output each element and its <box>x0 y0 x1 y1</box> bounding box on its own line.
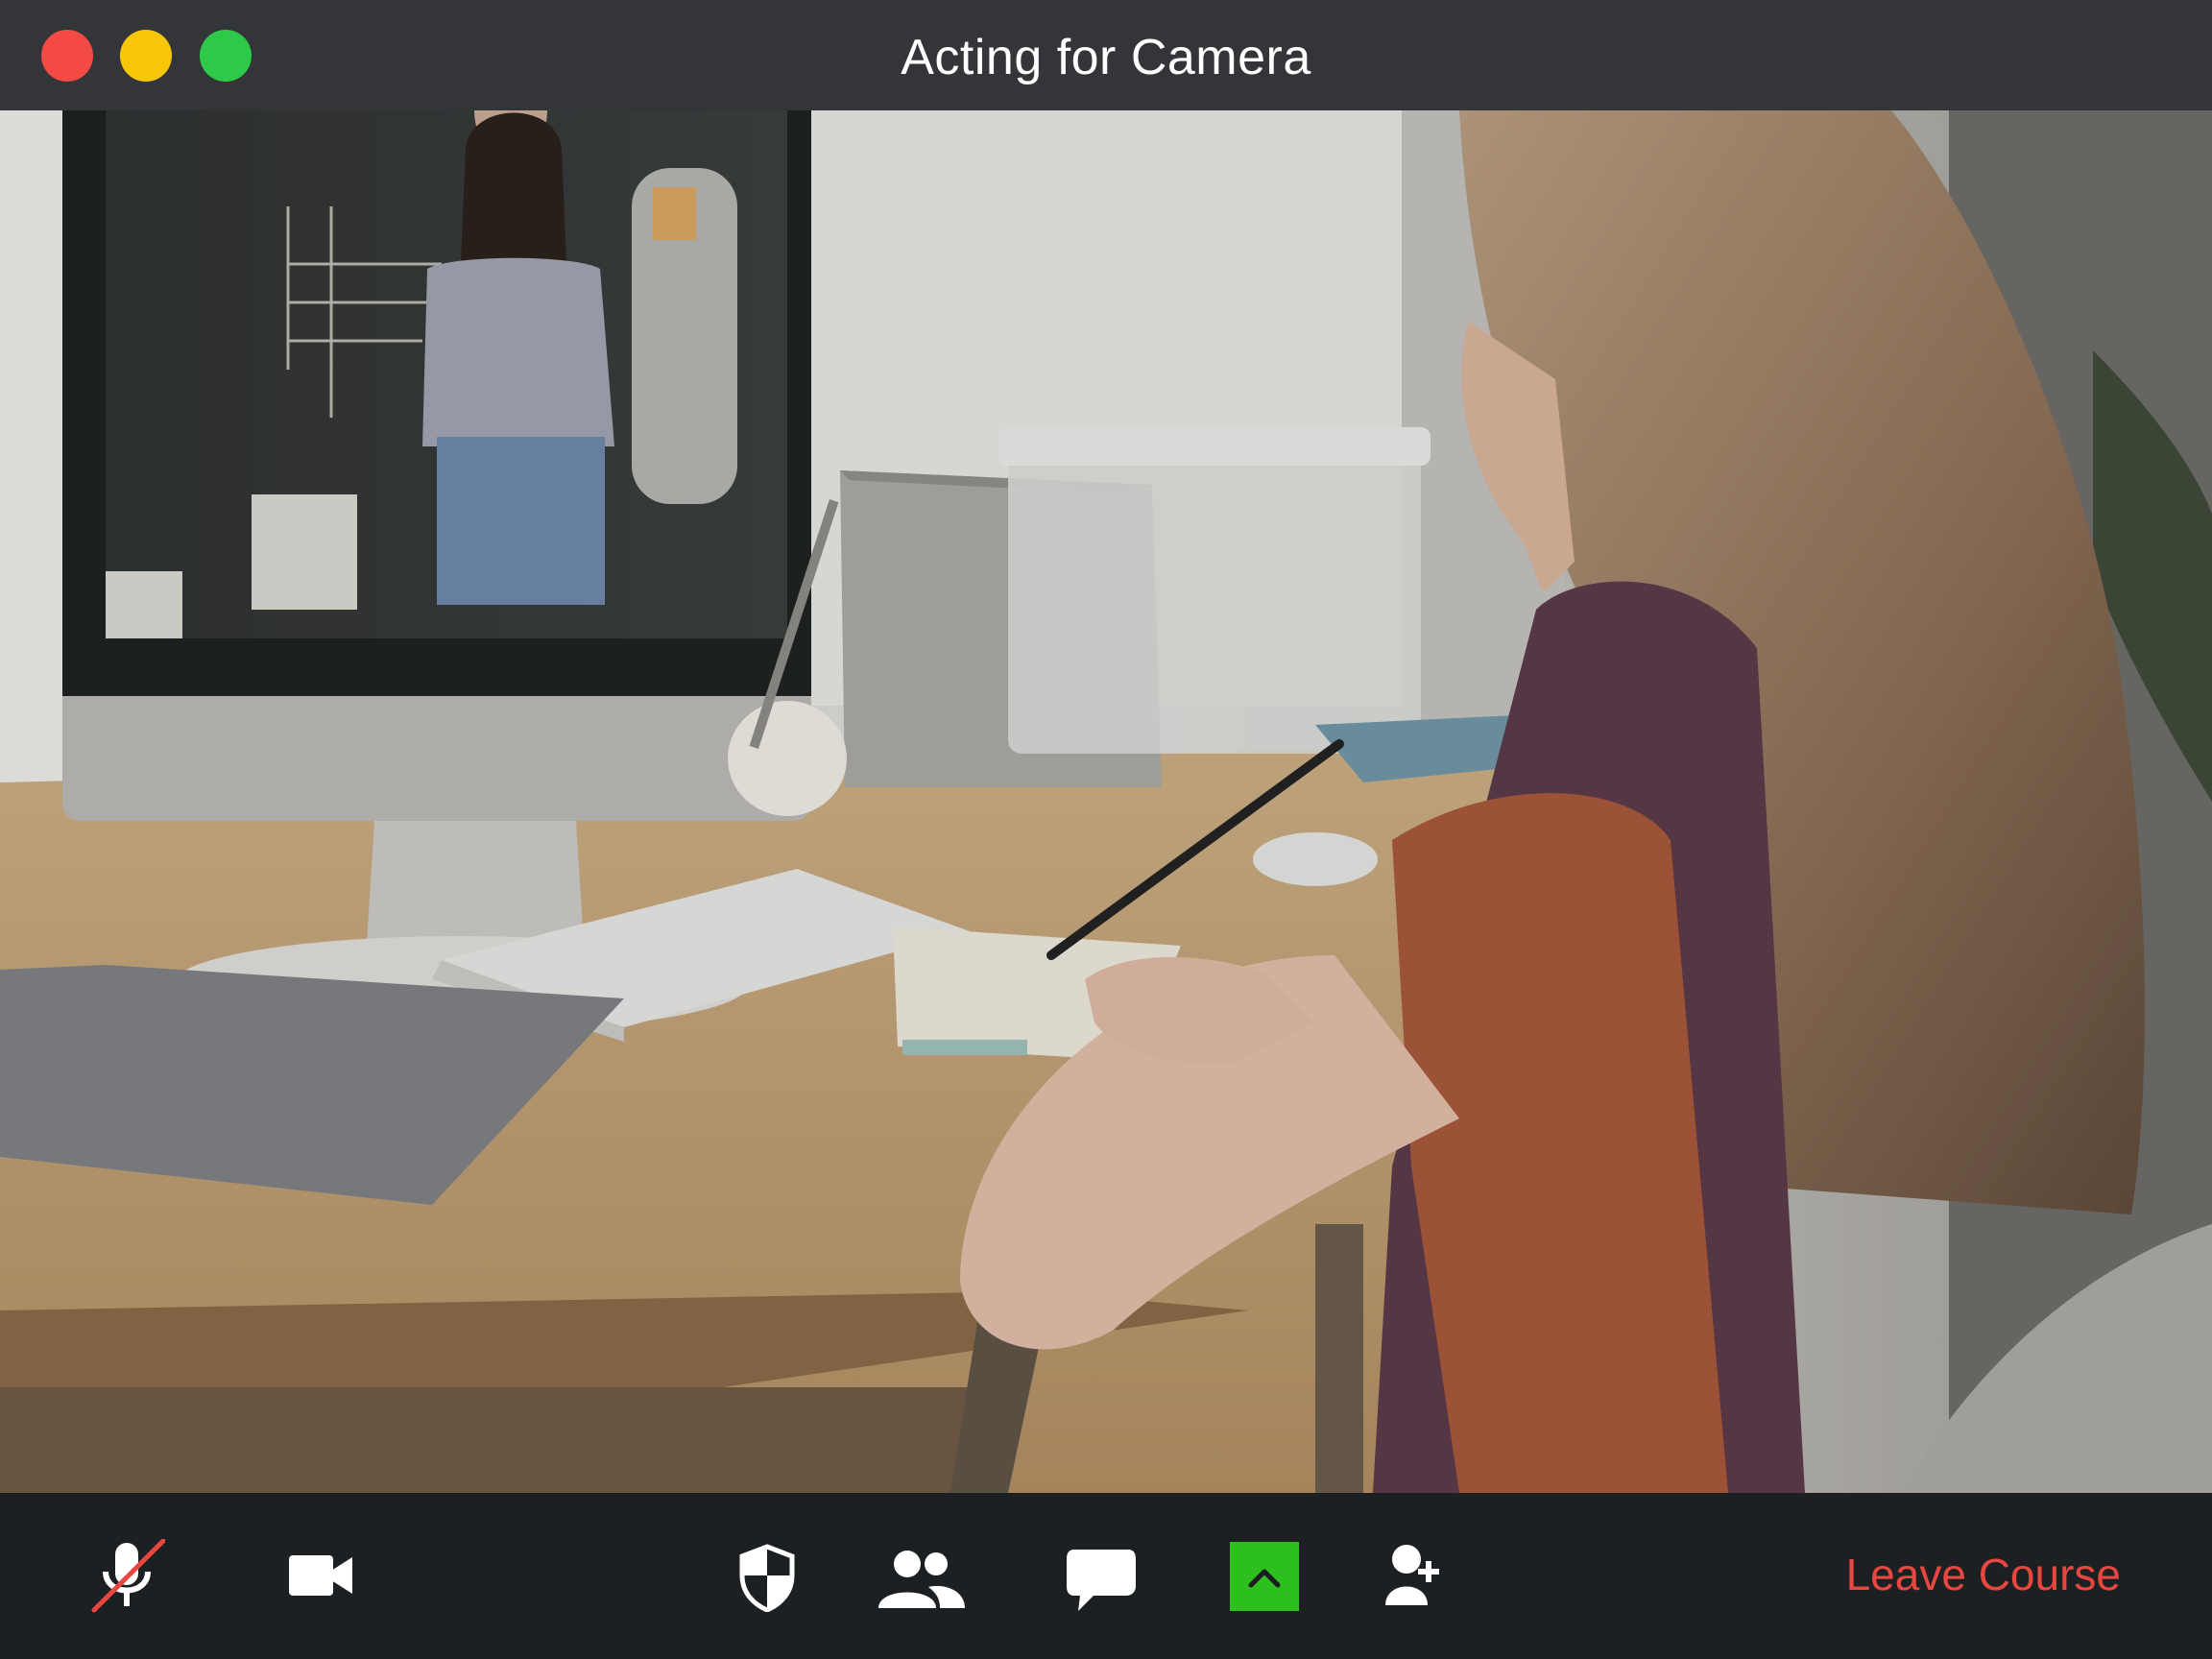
video-scene-image <box>0 110 2212 1493</box>
title-bar: Acting for Camera <box>0 0 2212 110</box>
share-screen-icon <box>1248 1569 1281 1588</box>
invite-button[interactable] <box>1382 1543 1444 1608</box>
video-camera-icon <box>289 1555 352 1596</box>
microphone-muted-icon <box>91 1539 165 1613</box>
chat-button[interactable] <box>1064 1547 1139 1616</box>
video-toggle-button[interactable] <box>284 1549 357 1602</box>
share-screen-button[interactable] <box>1230 1542 1299 1611</box>
meeting-window: Acting for Camera Leave Course <box>0 0 2212 1659</box>
video-feed <box>0 110 2212 1493</box>
chat-bubble-icon <box>1067 1550 1136 1611</box>
leave-course-button[interactable]: Leave Course <box>1846 1548 2121 1601</box>
shield-icon <box>739 1544 795 1612</box>
participants-icon <box>878 1551 965 1608</box>
security-button[interactable] <box>733 1543 801 1612</box>
mute-button[interactable] <box>84 1539 169 1616</box>
meeting-controls: Leave Course <box>0 1493 2212 1659</box>
add-person-icon <box>1385 1545 1439 1605</box>
participants-button[interactable] <box>874 1547 966 1610</box>
window-title: Acting for Camera <box>901 30 1311 85</box>
